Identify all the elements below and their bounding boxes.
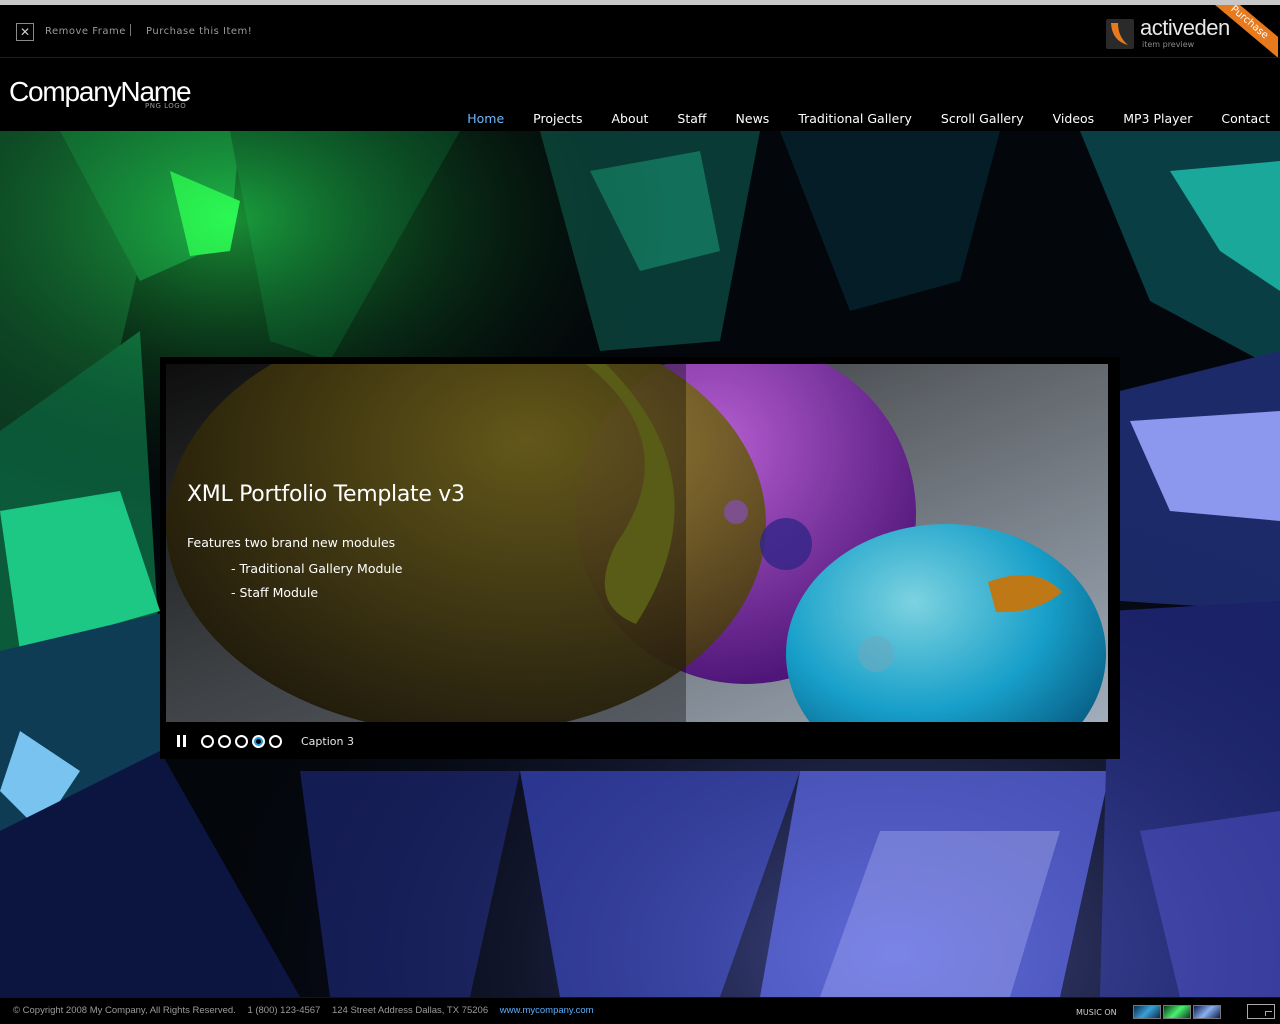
divider [130, 24, 131, 36]
phone-text: 1 (800) 123-4567 [247, 1005, 321, 1016]
website-link[interactable]: www.mycompany.com [500, 1005, 594, 1016]
music-toggle[interactable]: MUSIC ON [1076, 1008, 1117, 1017]
background-thumbnail[interactable] [1133, 1005, 1161, 1019]
nav-item-contact[interactable]: Contact [1221, 111, 1270, 126]
footer-info: © Copyright 2008 My Company, All Rights … [13, 1005, 603, 1016]
pause-icon[interactable] [177, 735, 187, 747]
site-footer: © Copyright 2008 My Company, All Rights … [0, 997, 1280, 1024]
nav-item-staff[interactable]: Staff [677, 111, 706, 126]
nav-item-about[interactable]: About [611, 111, 648, 126]
slide-bullet: - Traditional Gallery Module [231, 561, 403, 576]
copyright-text: © Copyright 2008 My Company, All Rights … [13, 1005, 236, 1016]
activeden-subtitle: item preview [1142, 40, 1195, 49]
nav-item-projects[interactable]: Projects [533, 111, 582, 126]
close-icon[interactable]: ✕ [16, 23, 34, 41]
nav-item-mp3-player[interactable]: MP3 Player [1123, 111, 1192, 126]
nav-item-videos[interactable]: Videos [1053, 111, 1095, 126]
logo-subtitle: PNG LOGO [145, 102, 187, 110]
site-header: CompanyName PNG LOGO Home Projects About St… [0, 59, 1280, 131]
slide-bullet: - Staff Module [231, 585, 319, 600]
background-thumbnail[interactable] [1193, 1005, 1221, 1019]
slide-dot-2[interactable] [218, 735, 231, 748]
nav-item-scroll-gallery[interactable]: Scroll Gallery [941, 111, 1024, 126]
main-navigation: Home Projects About Staff News Traditional Ga… [438, 111, 1270, 126]
preview-frame-bar: ✕ Remove Frame Purchase this Item! activ… [0, 0, 1280, 58]
slide-dot-1[interactable] [201, 735, 214, 748]
slide-caption: Caption 3 [301, 735, 354, 748]
nav-item-home[interactable]: Home [467, 111, 504, 126]
activeden-badge[interactable]: activeden item preview Purchase [1106, 5, 1278, 57]
purchase-item-link[interactable]: Purchase this Item! [146, 26, 252, 37]
fullscreen-icon[interactable] [1247, 1004, 1275, 1019]
slide-intro: Features two brand new modules [187, 535, 396, 550]
slideshow-controls: Caption 3 [160, 725, 1120, 759]
slide-dot-3[interactable] [235, 735, 248, 748]
activeden-logo-icon [1106, 19, 1134, 49]
slide-dot-4[interactable] [252, 735, 265, 748]
nav-item-news[interactable]: News [736, 111, 770, 126]
slide-title: XML Portfolio Template v3 [187, 482, 465, 507]
slideshow: XML Portfolio Template v3 Features two b… [160, 357, 1120, 759]
activeden-name: activeden [1140, 15, 1230, 40]
background-thumbnail[interactable] [1163, 1005, 1191, 1019]
address-text: 124 Street Address Dallas, TX 75206 [331, 1005, 489, 1016]
nav-item-traditional-gallery[interactable]: Traditional Gallery [798, 111, 912, 126]
slide-dot-5[interactable] [269, 735, 282, 748]
remove-frame-link[interactable]: Remove Frame [45, 26, 126, 37]
